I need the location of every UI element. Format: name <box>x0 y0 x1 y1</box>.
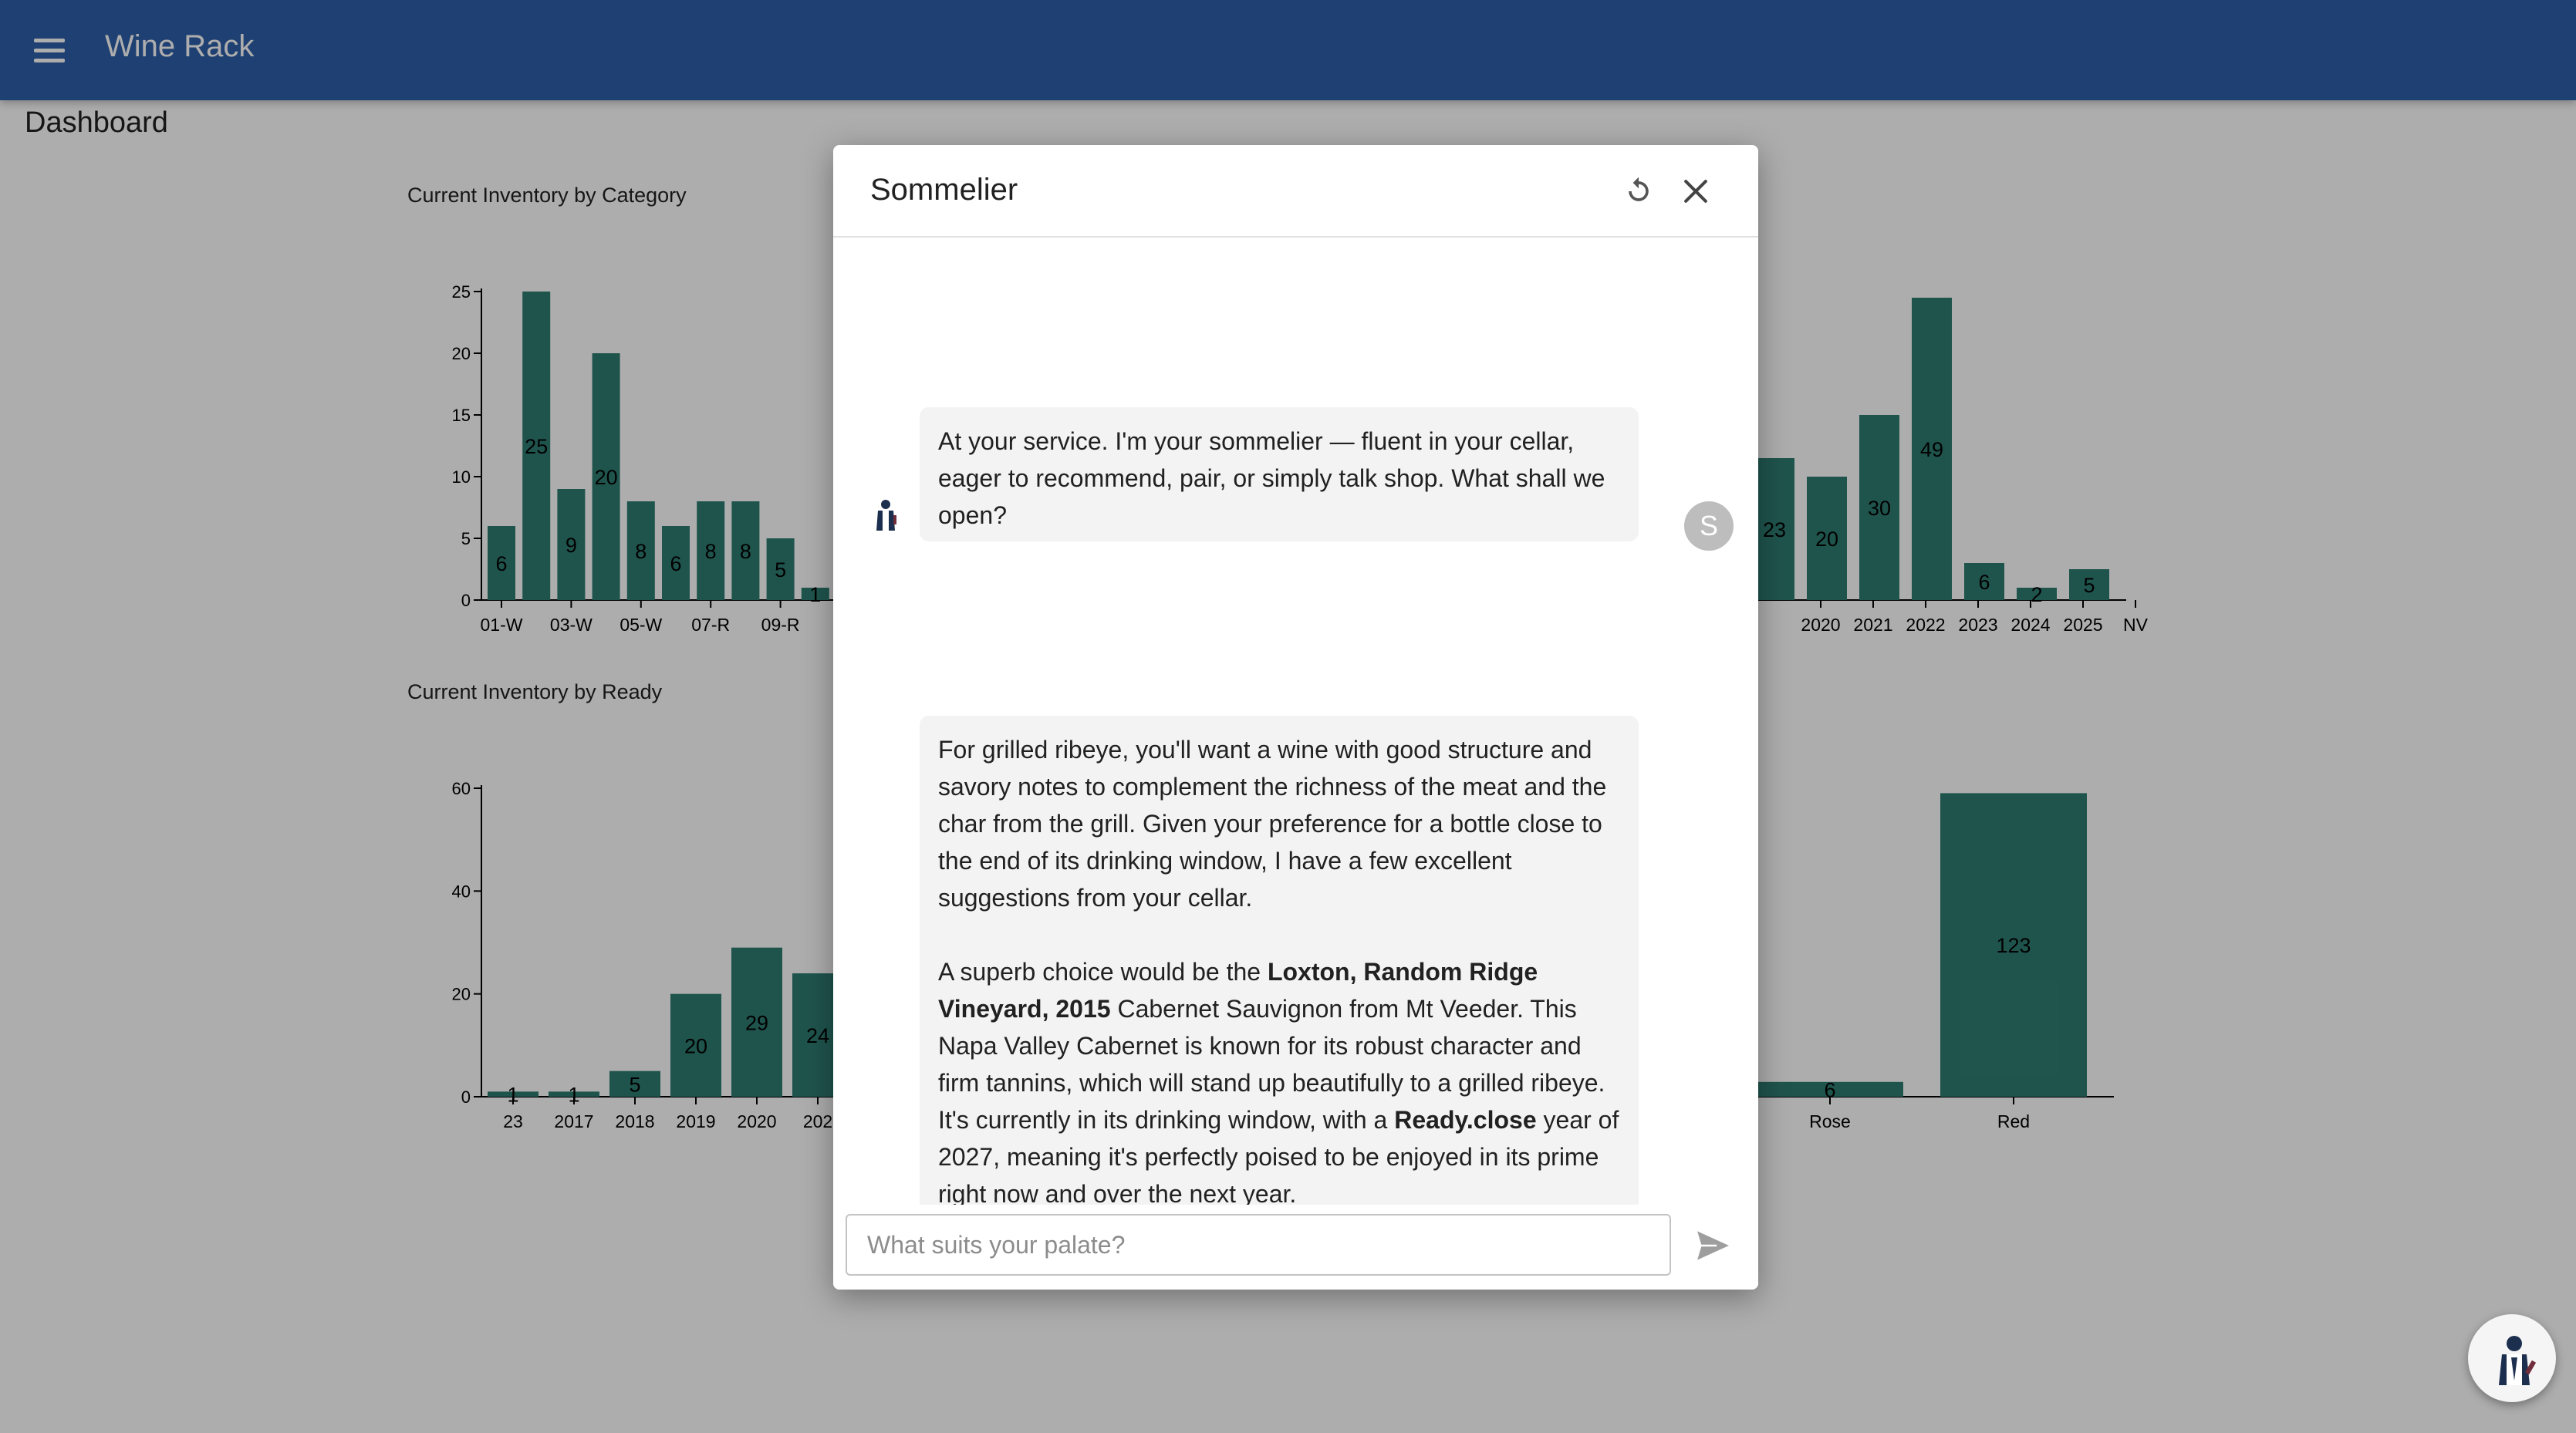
dialog-title: Sommelier <box>870 173 1018 207</box>
message-text: For grilled ribeye, you'll want a wine w… <box>938 736 1614 912</box>
wine-name-bold: Ready.close <box>1394 1106 1537 1134</box>
user-avatar: S <box>1684 501 1734 551</box>
reset-chat-button[interactable] <box>1622 174 1656 208</box>
message-text: At your service. I'm your sommelier — fl… <box>938 427 1612 529</box>
refresh-icon <box>1629 177 1649 201</box>
sommelier-icon <box>2499 1336 2537 1385</box>
close-dialog-button[interactable] <box>1679 174 1713 208</box>
dialog-header: Sommelier <box>833 145 1758 238</box>
sommelier-dialog: Sommelier At your service. I'm your somm… <box>833 145 1758 1290</box>
send-button[interactable] <box>1694 1228 1733 1263</box>
chat-input[interactable] <box>846 1214 1671 1276</box>
sommelier-fab-button[interactable] <box>2468 1314 2556 1402</box>
bot-message: At your service. I'm your sommelier — fl… <box>920 407 1639 541</box>
message-paragraph: At your service. I'm your sommelier — fl… <box>938 423 1620 534</box>
bot-message: For grilled ribeye, you'll want a wine w… <box>920 716 1639 1290</box>
message-text: A superb choice would be the <box>938 958 1268 986</box>
chat-messages[interactable]: At your service. I'm your sommelier — fl… <box>833 238 1758 1290</box>
message-paragraph: A superb choice would be the Loxton, Ran… <box>938 953 1620 1212</box>
send-icon <box>1694 1228 1733 1263</box>
close-icon <box>1684 180 1707 203</box>
message-paragraph: For grilled ribeye, you'll want a wine w… <box>938 731 1620 916</box>
sommelier-avatar-icon <box>876 500 896 531</box>
chat-input-bar <box>833 1205 1758 1290</box>
